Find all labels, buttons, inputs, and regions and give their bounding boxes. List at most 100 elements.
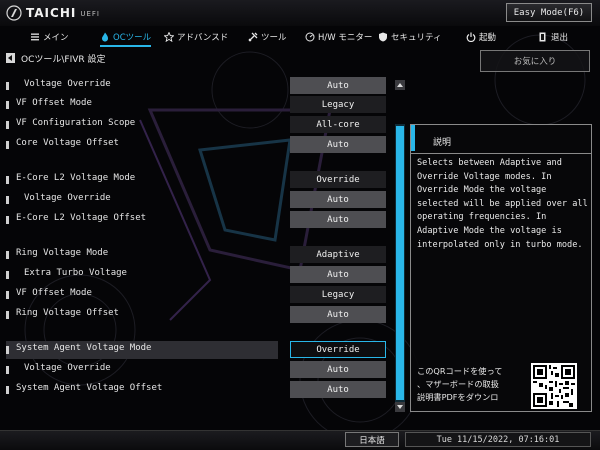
tab-label: アドバンスド — [177, 32, 229, 43]
main-nav: メイン OCツール アドバンスド ツール H/W モニター セキュリティ 起動 … — [0, 27, 600, 47]
row-marker-icon — [6, 311, 9, 319]
description-panel: 説明 Selects between Adaptive and Override… — [410, 124, 592, 412]
description-divider — [411, 153, 591, 154]
setting-value[interactable]: Auto — [290, 266, 386, 283]
row-marker-icon — [6, 291, 9, 299]
setting-row[interactable]: Ring Voltage Offset Auto — [6, 306, 390, 324]
scroll-up-arrow-icon[interactable] — [395, 80, 405, 90]
setting-value[interactable]: Auto — [290, 77, 386, 94]
row-marker-icon — [6, 121, 9, 129]
setting-label: E-Core L2 Voltage Mode — [16, 173, 136, 183]
shield-icon — [379, 32, 387, 41]
date-time-display: Tue 11/15/2022, 07:16:01 — [405, 432, 591, 447]
tab-label: ツール — [261, 32, 287, 43]
row-marker-icon — [6, 216, 9, 224]
row-marker-icon — [6, 366, 9, 374]
list-icon — [31, 33, 39, 40]
row-marker-icon — [6, 346, 9, 354]
back-arrow-icon[interactable] — [6, 53, 15, 63]
row-marker-icon — [6, 101, 9, 109]
setting-row[interactable]: Voltage Override Auto — [6, 191, 390, 209]
tab-label: セキュリティ — [391, 32, 442, 43]
row-marker-icon — [6, 196, 9, 204]
brand-name: TAICHI — [26, 6, 77, 20]
breadcrumb: OCツール\FIVR 設定 — [6, 52, 106, 65]
setting-row[interactable]: VF Configuration Scope All-core — [6, 116, 390, 134]
tab-oc-tools[interactable]: OCツール — [100, 27, 152, 47]
setting-value[interactable]: Legacy — [290, 96, 386, 113]
tab-label: 退出 — [551, 32, 569, 43]
tab-main[interactable]: メイン — [30, 27, 69, 46]
language-button[interactable]: 日本語 — [345, 432, 399, 447]
setting-label: Ring Voltage Mode — [16, 248, 109, 258]
power-icon — [466, 32, 476, 42]
description-text: Selects between Adaptive and Override Vo… — [417, 158, 588, 250]
setting-row[interactable]: VF Offset Mode Legacy — [6, 286, 390, 304]
tab-advanced[interactable]: アドバンスド — [164, 27, 228, 46]
setting-row[interactable]: Core Voltage Offset Auto — [6, 136, 390, 154]
description-accent — [411, 125, 415, 151]
setting-row[interactable]: E-Core L2 Voltage Offset Auto — [6, 211, 390, 229]
tab-label: メイン — [43, 32, 69, 43]
setting-row-selected[interactable]: System Agent Voltage Mode Override — [6, 341, 390, 359]
scroll-down-arrow-icon[interactable] — [395, 402, 405, 412]
flame-icon — [102, 32, 108, 41]
setting-row[interactable]: E-Core L2 Voltage Mode Override — [6, 171, 390, 189]
setting-value[interactable]: Auto — [290, 306, 386, 323]
setting-row[interactable]: Ring Voltage Mode Adaptive — [6, 246, 390, 264]
scrollbar-thumb[interactable] — [396, 126, 404, 400]
setting-row[interactable]: Voltage Override Auto — [6, 77, 390, 95]
setting-value[interactable]: Adaptive — [290, 246, 386, 263]
row-marker-icon — [6, 271, 9, 279]
row-marker-icon — [6, 251, 9, 259]
tab-label: OCツール — [113, 32, 152, 43]
tab-security[interactable]: セキュリティ — [378, 27, 442, 46]
row-marker-icon — [6, 386, 9, 394]
setting-value[interactable]: Auto — [290, 381, 386, 398]
setting-label: Voltage Override — [24, 193, 111, 203]
setting-label: Voltage Override — [24, 363, 111, 373]
taichi-logo-icon — [6, 5, 22, 21]
exit-icon — [539, 32, 546, 41]
setting-label: System Agent Voltage Offset — [16, 383, 163, 393]
setting-value[interactable]: Override — [290, 171, 386, 188]
monitor-icon — [305, 32, 315, 41]
brand-sub: UEFI — [80, 10, 100, 18]
setting-value[interactable]: Auto — [290, 191, 386, 208]
tab-tools[interactable]: ツール — [248, 27, 287, 46]
tab-boot[interactable]: 起動 — [466, 27, 496, 46]
setting-value[interactable]: Auto — [290, 211, 386, 228]
setting-label: E-Core L2 Voltage Offset — [16, 213, 147, 223]
setting-value[interactable]: Auto — [290, 136, 386, 153]
setting-value[interactable]: Legacy — [290, 286, 386, 303]
row-marker-icon — [6, 141, 9, 149]
setting-label: Voltage Override — [24, 79, 111, 89]
setting-label: Extra Turbo Voltage — [24, 268, 127, 278]
setting-label: Ring Voltage Offset — [16, 308, 119, 318]
favorites-button[interactable]: お気に入り — [480, 50, 590, 72]
setting-label: Core Voltage Offset — [16, 138, 119, 148]
setting-value[interactable]: Override — [290, 341, 386, 358]
tab-label: 起動 — [479, 32, 497, 43]
star-icon — [164, 31, 174, 42]
brand-logo: TAICHI UEFI — [6, 5, 100, 21]
tab-exit[interactable]: 退出 — [538, 27, 568, 46]
setting-label: VF Offset Mode — [16, 288, 92, 298]
tab-hw-monitor[interactable]: H/W モニター — [305, 27, 372, 46]
setting-row[interactable]: Voltage Override Auto — [6, 361, 390, 379]
setting-value[interactable]: Auto — [290, 361, 386, 378]
description-title: 説明 — [433, 138, 452, 148]
qr-code-icon — [531, 363, 577, 409]
setting-label: System Agent Voltage Mode — [16, 343, 152, 353]
setting-row[interactable]: VF Offset Mode Legacy — [6, 96, 390, 114]
setting-label: VF Offset Mode — [16, 98, 92, 108]
tab-label: H/W モニター — [318, 32, 373, 43]
setting-row[interactable]: Extra Turbo Voltage Auto — [6, 266, 390, 284]
setting-label: VF Configuration Scope — [16, 118, 136, 128]
breadcrumb-text: OCツール\FIVR 設定 — [21, 54, 106, 65]
easy-mode-button[interactable]: Easy Mode(F6) — [506, 3, 592, 22]
tools-icon — [248, 32, 258, 41]
row-marker-icon — [6, 82, 9, 90]
setting-value[interactable]: All-core — [290, 116, 386, 133]
setting-row[interactable]: System Agent Voltage Offset Auto — [6, 381, 390, 399]
